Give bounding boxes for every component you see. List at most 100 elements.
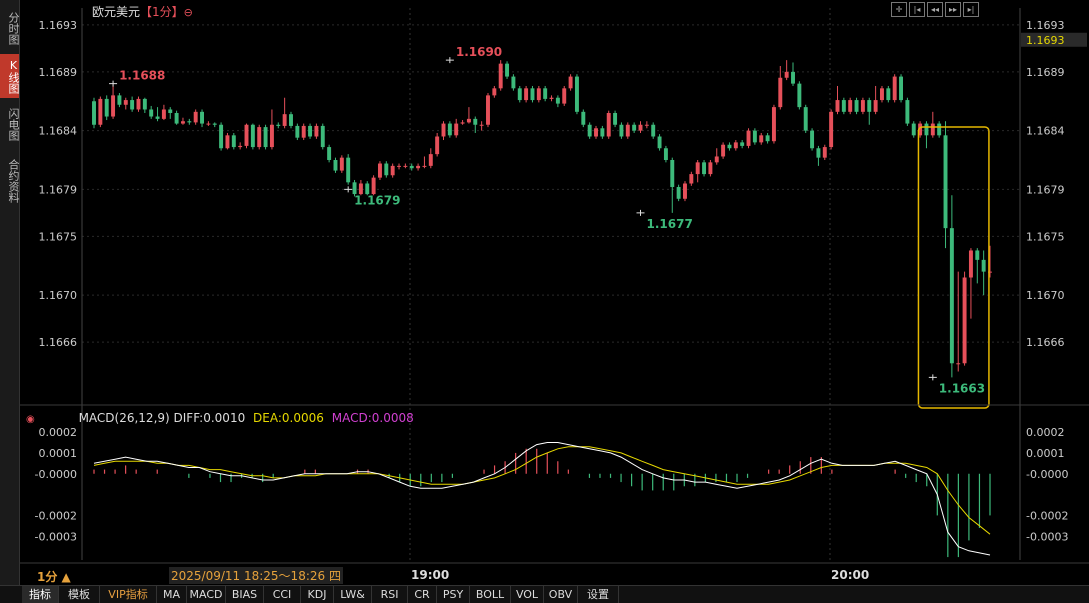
last-page-icon[interactable]: ▸| bbox=[963, 2, 979, 17]
tab-cci[interactable]: CCI bbox=[264, 586, 301, 603]
candle bbox=[810, 128, 815, 151]
candle bbox=[263, 124, 268, 150]
tab-cr[interactable]: CR bbox=[408, 586, 437, 603]
candle bbox=[829, 109, 834, 150]
candle bbox=[632, 122, 637, 133]
tab-ma[interactable]: MA bbox=[157, 586, 187, 603]
tab-indicators[interactable]: 指标 bbox=[22, 586, 59, 603]
crosshair-icon[interactable]: ✛ bbox=[891, 2, 907, 17]
candle bbox=[867, 97, 872, 125]
tab-psy[interactable]: PSY bbox=[437, 586, 470, 603]
candle bbox=[174, 110, 179, 125]
candle bbox=[848, 97, 853, 115]
candle bbox=[886, 85, 891, 103]
macd-tick-left: -0.0000 bbox=[35, 468, 77, 481]
candle bbox=[339, 155, 344, 173]
candle bbox=[619, 122, 624, 139]
axes-layer: 1.1693 1.1693 1.1689 1.1689 1.1684 1.1684 1.16… bbox=[20, 8, 1089, 564]
period-tag[interactable]: 【1分】 bbox=[140, 5, 184, 19]
first-page-icon[interactable]: |◂ bbox=[909, 2, 925, 17]
candle bbox=[905, 97, 910, 126]
candle bbox=[695, 160, 700, 183]
candle bbox=[269, 109, 274, 150]
macd-title: MACD(26,12,9) bbox=[78, 411, 170, 425]
candle bbox=[543, 85, 548, 102]
low-price-label: 1.1663 bbox=[939, 381, 985, 395]
candle bbox=[594, 125, 598, 139]
tab-macd[interactable]: MACD bbox=[187, 586, 226, 603]
macd-tick-left: -0.0002 bbox=[35, 509, 77, 522]
prev-page-icon[interactable]: ◂◂ bbox=[927, 2, 943, 17]
instrument-title: 欧元美元 bbox=[92, 5, 141, 19]
left-sidebar: 分时图 K线图 闪电图 合约资料 bbox=[0, 0, 20, 585]
candle bbox=[740, 140, 745, 149]
candle bbox=[683, 181, 687, 202]
tab-kdj[interactable]: KDJ bbox=[301, 586, 334, 603]
tab-templates[interactable]: 模板 bbox=[59, 586, 100, 603]
candle bbox=[714, 148, 719, 165]
price-tick-right: 1.1666 bbox=[1026, 336, 1065, 349]
price-tick-right: 1.1679 bbox=[1026, 183, 1065, 196]
tab-lw[interactable]: LW& bbox=[334, 586, 372, 603]
chart-area[interactable]: 1.1688 1.1690 1.1679 1.1677 1.1663 0.0002 0.0… bbox=[20, 0, 1089, 585]
price-tick-left: 1.1693 bbox=[39, 19, 78, 32]
tab-rsi[interactable]: RSI bbox=[372, 586, 408, 603]
candle bbox=[702, 160, 707, 177]
macd-tick-right: -0.0003 bbox=[1026, 530, 1068, 543]
candle bbox=[657, 134, 662, 151]
tab-settings[interactable]: 设置 bbox=[578, 586, 619, 603]
period-indicator[interactable]: 1分 ▲ bbox=[37, 568, 71, 585]
kline-chart-svg[interactable]: 1.16881.16901.16791.16771.1663 0.0002 0.0… bbox=[20, 0, 1089, 585]
candle bbox=[803, 104, 808, 133]
candle bbox=[663, 145, 668, 163]
candle bbox=[759, 132, 764, 145]
candle bbox=[460, 120, 465, 125]
candle bbox=[130, 96, 135, 112]
dea-line bbox=[93, 446, 991, 535]
candle bbox=[873, 85, 878, 115]
candle bbox=[562, 85, 567, 106]
tab-vip-indicators[interactable]: VIP指标 bbox=[100, 586, 157, 603]
tab-bias[interactable]: BIAS bbox=[226, 586, 264, 603]
settings-circle-icon[interactable]: ⊖ bbox=[184, 6, 193, 19]
macd-tick-left: 0.0001 bbox=[39, 447, 78, 460]
candle bbox=[930, 111, 935, 138]
candle bbox=[835, 85, 840, 115]
sidebar-item-flash[interactable]: 闪电图 bbox=[0, 102, 20, 146]
indicator-tabbar: 指标 模板 VIP指标 MA MACD BIAS CCI KDJ LW& RSI… bbox=[0, 585, 1089, 603]
price-tick-left: 1.1666 bbox=[39, 336, 78, 349]
high-price-marker: 1.1688 bbox=[109, 69, 165, 87]
current-price-label: 1.1693 bbox=[1026, 34, 1065, 47]
price-tick-left: 1.1684 bbox=[39, 125, 78, 138]
macd-settings-icon[interactable]: ◉ bbox=[26, 414, 35, 425]
candle bbox=[308, 123, 313, 139]
candle bbox=[314, 123, 319, 139]
candle bbox=[244, 123, 249, 149]
macd-diff-value: DIFF:0.0010 bbox=[173, 411, 246, 425]
sidebar-item-contract-info[interactable]: 合约资料 bbox=[0, 152, 20, 210]
candle bbox=[937, 121, 942, 138]
price-tick-left: 1.1689 bbox=[39, 66, 78, 79]
candle bbox=[975, 248, 980, 284]
candle bbox=[161, 104, 166, 121]
candle bbox=[517, 85, 522, 103]
macd-tick-right: 0.0001 bbox=[1026, 447, 1065, 460]
sidebar-item-kline[interactable]: K线图 bbox=[0, 54, 20, 98]
next-page-icon[interactable]: ▸▸ bbox=[945, 2, 961, 17]
candle bbox=[822, 144, 827, 160]
candle bbox=[238, 142, 243, 150]
candle bbox=[854, 97, 859, 115]
tab-obv[interactable]: OBV bbox=[544, 586, 578, 603]
sidebar-item-timeshare[interactable]: 分时图 bbox=[0, 6, 20, 50]
price-tick-left: 1.1670 bbox=[39, 289, 78, 302]
candle bbox=[276, 122, 281, 129]
candle bbox=[587, 122, 592, 139]
candles-layer bbox=[92, 60, 992, 378]
high-price-label: 1.1690 bbox=[456, 45, 502, 59]
low-price-label: 1.1677 bbox=[646, 217, 692, 231]
tab-boll[interactable]: BOLL bbox=[470, 586, 511, 603]
low-price-marker: 1.1677 bbox=[636, 209, 693, 231]
diff-line bbox=[93, 442, 991, 556]
candle bbox=[765, 132, 770, 144]
tab-vol[interactable]: VOL bbox=[511, 586, 544, 603]
